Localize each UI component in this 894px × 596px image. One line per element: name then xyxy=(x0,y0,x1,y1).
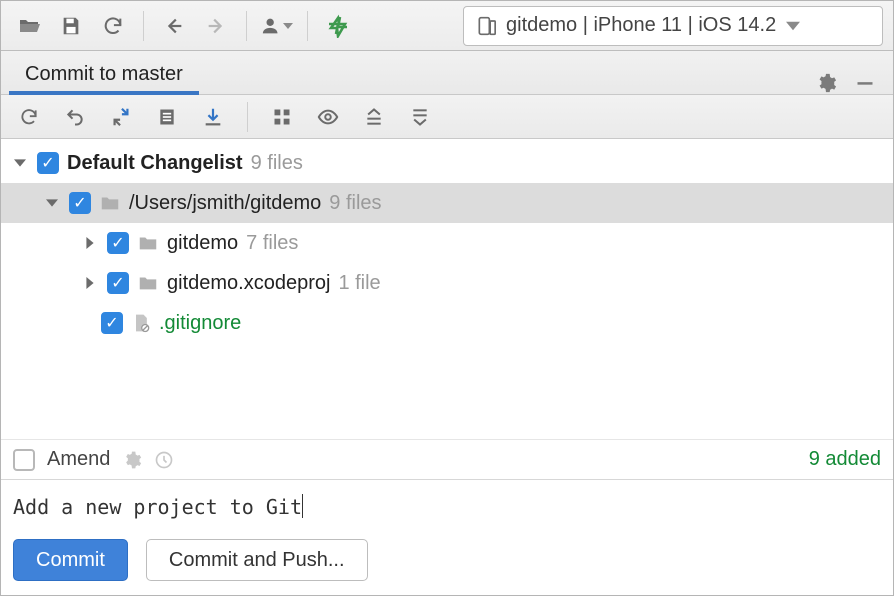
toolbar-separator xyxy=(307,11,308,41)
tab-commit[interactable]: Commit to master xyxy=(9,53,199,94)
checkbox-checked[interactable]: ✓ xyxy=(107,232,129,254)
merge-arrows-icon[interactable] xyxy=(103,99,139,135)
checkbox-checked[interactable]: ✓ xyxy=(69,192,91,214)
button-label: Commit xyxy=(36,549,105,572)
disclosure-collapsed-icon[interactable] xyxy=(81,277,99,289)
rollback-icon[interactable] xyxy=(57,99,93,135)
path-label: /Users/jsmith/gitdemo xyxy=(129,192,321,215)
button-label: Commit and Push... xyxy=(169,549,345,572)
folder-label: gitdemo xyxy=(167,232,238,255)
file-count: 9 files xyxy=(329,192,381,215)
folder-icon xyxy=(137,272,159,294)
group-icon[interactable] xyxy=(264,99,300,135)
folder-icon xyxy=(137,232,159,254)
file-label: .gitignore xyxy=(159,312,241,335)
user-icon[interactable] xyxy=(259,8,295,44)
minimize-icon[interactable] xyxy=(855,73,875,93)
run-config-label: gitdemo | iPhone 11 | iOS 14.2 xyxy=(506,14,776,37)
forward-icon[interactable] xyxy=(198,8,234,44)
tree-folder-row[interactable]: ✓ /Users/jsmith/gitdemo 9 files xyxy=(1,183,893,223)
amend-checkbox[interactable] xyxy=(13,449,35,471)
commit-message-input[interactable]: Add a new project to Git xyxy=(1,479,893,529)
checkbox-checked[interactable]: ✓ xyxy=(37,152,59,174)
toolbar-separator xyxy=(143,11,144,41)
checkbox-checked[interactable]: ✓ xyxy=(101,312,123,334)
file-icon xyxy=(131,312,151,334)
history-icon[interactable] xyxy=(154,450,174,470)
disclosure-collapsed-icon[interactable] xyxy=(81,237,99,249)
expand-all-icon[interactable] xyxy=(356,99,392,135)
changelist-root[interactable]: ✓ Default Changelist 9 files xyxy=(1,143,893,183)
commit-button[interactable]: Commit xyxy=(13,539,128,581)
phone-icon xyxy=(476,16,496,36)
commit-message-text: Add a new project to Git xyxy=(13,495,302,519)
text-cursor xyxy=(302,494,303,518)
tab-label: Commit to master xyxy=(25,63,183,85)
amend-label: Amend xyxy=(47,448,110,471)
tool-window-tabs: Commit to master xyxy=(1,51,893,95)
amend-row: Amend 9 added xyxy=(1,439,893,479)
toolbar-separator xyxy=(247,102,248,132)
ide-window: gitdemo | iPhone 11 | iOS 14.2 Commit to… xyxy=(0,0,894,596)
file-count: 1 file xyxy=(338,272,380,295)
tree-folder-row[interactable]: ✓ gitdemo.xcodeproj 1 file xyxy=(1,263,893,303)
commit-toolbar xyxy=(1,95,893,139)
changes-tree: ✓ Default Changelist 9 files ✓ /Users/js… xyxy=(1,139,893,429)
preview-icon[interactable] xyxy=(310,99,346,135)
commit-and-push-button[interactable]: Commit and Push... xyxy=(146,539,368,581)
collapse-all-icon[interactable] xyxy=(402,99,438,135)
save-icon[interactable] xyxy=(53,8,89,44)
checkbox-checked[interactable]: ✓ xyxy=(107,272,129,294)
tree-folder-row[interactable]: ✓ gitdemo 7 files xyxy=(1,223,893,263)
build-icon[interactable] xyxy=(320,8,356,44)
folder-label: gitdemo.xcodeproj xyxy=(167,272,330,295)
commit-buttons: Commit Commit and Push... xyxy=(1,529,893,595)
open-icon[interactable] xyxy=(11,8,47,44)
disclosure-expanded-icon[interactable] xyxy=(11,157,29,169)
main-toolbar: gitdemo | iPhone 11 | iOS 14.2 xyxy=(1,1,893,51)
back-icon[interactable] xyxy=(156,8,192,44)
changelist-icon[interactable] xyxy=(149,99,185,135)
folder-icon xyxy=(99,192,121,214)
gear-icon[interactable] xyxy=(122,450,142,470)
run-config-selector[interactable]: gitdemo | iPhone 11 | iOS 14.2 xyxy=(463,6,883,46)
gear-icon[interactable] xyxy=(815,72,837,94)
file-count: 7 files xyxy=(246,232,298,255)
disclosure-expanded-icon[interactable] xyxy=(43,197,61,209)
refresh-icon[interactable] xyxy=(95,8,131,44)
tree-file-row[interactable]: ✓ .gitignore xyxy=(1,303,893,343)
chevron-down-icon xyxy=(786,19,800,33)
refresh-icon[interactable] xyxy=(11,99,47,135)
shelve-icon[interactable] xyxy=(195,99,231,135)
status-added: 9 added xyxy=(809,448,881,471)
toolbar-separator xyxy=(246,11,247,41)
file-count: 9 files xyxy=(251,152,303,175)
changelist-label: Default Changelist xyxy=(67,152,243,175)
